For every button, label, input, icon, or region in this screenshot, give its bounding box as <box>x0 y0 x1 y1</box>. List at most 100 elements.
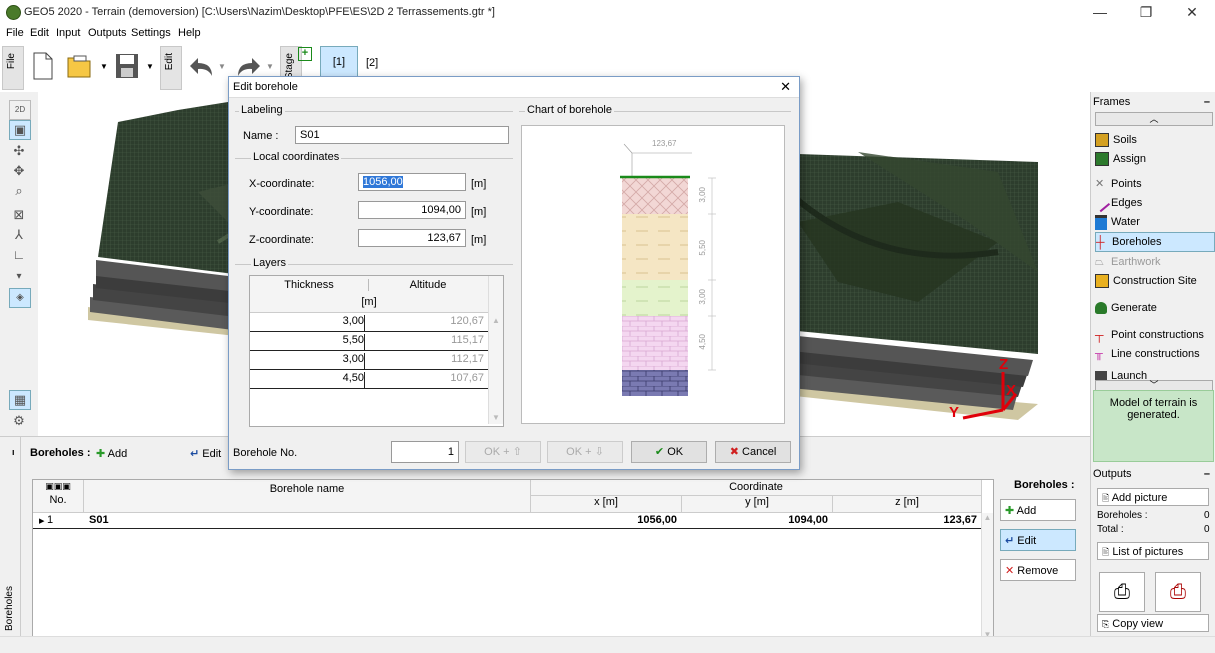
app-icon <box>6 5 21 20</box>
name-input[interactable]: S01 <box>295 126 509 144</box>
layer-thickness: 4,50 <box>250 372 365 388</box>
chart-layer-5 <box>622 370 688 396</box>
copy-view-button[interactable]: ⎘ Copy view <box>1097 614 1209 632</box>
redo-dropdown-icon[interactable]: ▼ <box>266 62 274 71</box>
frames-collapse-button[interactable]: – <box>1204 96 1210 108</box>
frame-line-constructions[interactable]: ╥ Line constructions <box>1095 345 1213 363</box>
fit-view-icon[interactable]: ⊠ <box>9 206 29 224</box>
assign-icon <box>1095 152 1109 166</box>
edit-borehole-link[interactable]: ↵ Edit <box>190 447 221 460</box>
side-remove-button[interactable]: ✕ Remove <box>1000 559 1076 581</box>
save-icon[interactable] <box>114 52 140 80</box>
frame-assign[interactable]: Assign <box>1095 150 1213 168</box>
menu-file[interactable]: File <box>6 27 24 39</box>
layer-altitude: 112,17 <box>451 353 484 365</box>
open-file-icon[interactable] <box>66 52 96 80</box>
axis-y-label: Y <box>949 404 960 421</box>
z-unit: [m] <box>471 234 487 246</box>
minimize-button[interactable]: — <box>1077 0 1123 24</box>
frame-boreholes[interactable]: ┼ Boreholes <box>1095 232 1215 252</box>
view-cube-icon[interactable]: ◈ <box>9 288 31 308</box>
layer-row[interactable]: 3,00 120,67 <box>250 313 488 332</box>
side-edit-button[interactable]: ↵ Edit <box>1000 529 1076 551</box>
add-picture-icon: 🖹 <box>1102 493 1110 503</box>
add-picture-button[interactable]: 🖹 Add picture <box>1097 488 1209 506</box>
table-scrollbar[interactable]: ▲ ▼ <box>981 513 993 639</box>
frames-header: Frames – <box>1093 96 1214 112</box>
close-window-button[interactable]: ✕ <box>1169 0 1215 24</box>
copy-view-icon: ⎘ <box>1102 619 1110 629</box>
stage-1-tab[interactable]: [1] <box>320 46 358 78</box>
borehole-no-label: Borehole No. <box>233 447 298 459</box>
ok-button[interactable]: ✔ OK <box>631 441 707 463</box>
table-view-icon[interactable]: ▦ <box>9 390 31 410</box>
dialog-close-icon[interactable]: ✕ <box>780 79 791 95</box>
rotate-icon[interactable]: ✥ <box>9 162 29 180</box>
edit-arrow-icon: ↵ <box>190 448 200 460</box>
col-no-header: No. <box>49 494 67 506</box>
list-of-pictures-button[interactable]: 🖹 List of pictures <box>1097 542 1209 560</box>
menu-edit[interactable]: Edit <box>30 27 49 39</box>
layer-row[interactable]: 3,00 112,17 <box>250 351 488 370</box>
menu-settings[interactable]: Settings <box>131 27 171 39</box>
frame-water[interactable]: Water <box>1095 213 1213 231</box>
axes-2d-icon[interactable]: ∟ <box>9 246 29 264</box>
x-coordinate-input[interactable]: 1056,00 <box>358 173 466 191</box>
water-icon <box>1095 214 1107 230</box>
boreholes-side-tab[interactable]: Boreholes <box>0 437 21 637</box>
y-coordinate-input[interactable]: 1094,00 <box>358 201 466 219</box>
frame-launch[interactable]: Launch <box>1095 371 1213 380</box>
stage-2-tab[interactable]: [2] <box>366 57 378 69</box>
restore-button[interactable]: ❐ <box>1123 0 1169 24</box>
title-bar: GEO5 2020 - Terrain (demoversion) [C:\Us… <box>0 0 1215 24</box>
undo-icon[interactable] <box>186 52 216 80</box>
edit-tab[interactable]: Edit <box>160 46 182 90</box>
frame-construction-site[interactable]: Construction Site <box>1095 272 1213 290</box>
frame-point-constructions[interactable]: ┬ Point constructions <box>1095 326 1213 344</box>
cancel-button[interactable]: ✖ Cancel <box>715 441 791 463</box>
zoom-icon[interactable]: ⌕ <box>9 182 29 200</box>
axes-3d-icon[interactable]: ⅄ <box>9 226 29 244</box>
layers-scrollbar[interactable]: ▲ ▼ <box>488 276 503 424</box>
undo-dropdown-icon[interactable]: ▼ <box>218 62 226 71</box>
view-style-icon[interactable]: ▾ <box>9 268 29 286</box>
ok-up-button[interactable]: OK + ⇧ <box>465 441 541 463</box>
print-icon[interactable]: ⎙ <box>1099 572 1145 612</box>
table-row[interactable]: ▸ 1 S01 1056,00 1094,00 123,67 <box>33 513 981 529</box>
frame-points[interactable]: ✕ Points <box>1095 175 1213 193</box>
side-add-button[interactable]: ✚ Add <box>1000 499 1076 521</box>
menu-input[interactable]: Input <box>56 27 80 39</box>
save-dropdown-icon[interactable]: ▼ <box>146 62 154 71</box>
layer-row[interactable]: 4,50 107,67 <box>250 370 488 389</box>
settings-gear-icon[interactable]: ⚙ <box>9 412 29 430</box>
new-file-icon[interactable] <box>32 52 54 80</box>
file-tab[interactable]: File <box>2 46 24 90</box>
layer-row[interactable]: 5,50 115,17 <box>250 332 488 351</box>
chart-layer-2 <box>622 214 688 280</box>
add-stage-icon[interactable]: + <box>298 47 312 61</box>
z-coordinate-label: Z-coordinate: <box>249 234 314 246</box>
frame-earthwork[interactable]: ⏢ Earthwork <box>1095 253 1213 271</box>
chart-top-altitude: 123,67 <box>652 139 677 148</box>
ok-down-button[interactable]: OK + ⇩ <box>547 441 623 463</box>
menu-help[interactable]: Help <box>178 27 201 39</box>
table-copy-icon[interactable]: ▣▣▣ <box>45 481 71 491</box>
menu-outputs[interactable]: Outputs <box>88 27 127 39</box>
view-3d-icon[interactable]: ▣ <box>9 120 31 140</box>
outputs-collapse-button[interactable]: – <box>1204 468 1210 480</box>
frames-scroll-up-icon[interactable]: ︿ <box>1095 112 1213 126</box>
x-coordinate-label: X-coordinate: <box>249 178 315 190</box>
open-dropdown-icon[interactable]: ▼ <box>100 62 108 71</box>
frame-soils[interactable]: Soils <box>1095 131 1213 149</box>
row-name: S01 <box>89 514 109 526</box>
add-borehole-link[interactable]: ✚ Add <box>96 447 127 460</box>
frame-edges[interactable]: Edges <box>1091 193 1213 213</box>
view-2d-button[interactable]: 2D <box>9 100 31 120</box>
panel-pin-icon[interactable]: ı <box>12 447 15 457</box>
y-coordinate-label: Y-coordinate: <box>249 206 314 218</box>
borehole-no-input[interactable]: 1 <box>391 441 459 463</box>
z-coordinate-input[interactable]: 123,67 <box>358 229 466 247</box>
print-preview-icon[interactable]: ⎙ <box>1155 572 1201 612</box>
move-icon[interactable]: ✣ <box>9 142 29 160</box>
frame-generate[interactable]: Generate <box>1095 299 1213 317</box>
